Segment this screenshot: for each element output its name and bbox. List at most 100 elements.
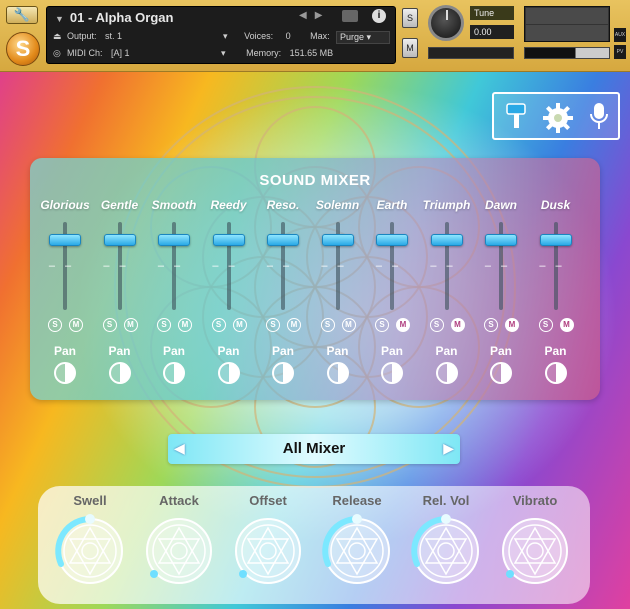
solo-button[interactable]: S xyxy=(538,318,553,332)
channel-name: Earth xyxy=(376,198,408,212)
dropdown-icon[interactable]: ▾ xyxy=(221,48,226,59)
mute-button[interactable]: M xyxy=(559,318,574,332)
pan-knob[interactable] xyxy=(435,362,458,384)
volume-fader[interactable] xyxy=(376,234,408,246)
solo-button[interactable]: S xyxy=(484,318,498,332)
microphone-icon[interactable] xyxy=(588,101,610,133)
volume-fader[interactable] xyxy=(321,234,354,246)
pan-knob[interactable] xyxy=(326,362,349,384)
volume-fader[interactable] xyxy=(212,234,245,246)
solo-button[interactable]: S xyxy=(211,318,226,332)
tune-label: Tune xyxy=(470,6,514,20)
mute-button[interactable]: M xyxy=(341,318,356,332)
pan-knob[interactable] xyxy=(54,362,76,384)
volume-fader[interactable] xyxy=(267,234,299,246)
dropdown-icon[interactable]: ▾ xyxy=(223,31,228,42)
camera-icon[interactable] xyxy=(342,10,358,22)
pv-button[interactable]: PV xyxy=(614,45,626,59)
midi-channel-select[interactable]: [A] 1 xyxy=(111,48,221,58)
next-arrow-icon[interactable]: ▶ xyxy=(443,440,454,457)
tune-value[interactable]: 0.00 xyxy=(470,25,514,39)
pan-knob[interactable] xyxy=(108,362,131,384)
envelope-knob[interactable]: Swell xyxy=(47,486,133,604)
mixer-channel: Reso. –– S M Pan xyxy=(256,196,310,396)
mute-button[interactable]: M xyxy=(287,318,301,332)
instrument-nav-arrows[interactable]: ◀▶ xyxy=(299,10,330,21)
volume-fader[interactable] xyxy=(158,234,190,246)
fader-ticks: –– xyxy=(484,260,518,272)
pan-knob[interactable] xyxy=(544,362,567,384)
mute-button[interactable]: M xyxy=(123,318,138,332)
aux-button[interactable]: AUX xyxy=(614,28,626,42)
solo-button[interactable]: S xyxy=(320,318,335,332)
mute-button[interactable]: M xyxy=(232,318,247,332)
mute-button[interactable]: M xyxy=(505,318,519,332)
knob-label: Rel. Vol xyxy=(422,493,470,508)
purge-menu[interactable]: Purge ▾ xyxy=(336,31,390,44)
solo-button[interactable]: S xyxy=(402,8,418,28)
mute-button[interactable]: M xyxy=(178,318,192,332)
channel-name: Reso. xyxy=(266,198,300,212)
channel-name: Solemn xyxy=(315,198,360,212)
brush-icon[interactable] xyxy=(504,102,530,132)
output-select[interactable]: st. 1 xyxy=(105,31,223,41)
volume-fader[interactable] xyxy=(485,234,517,246)
pan-label: Pan xyxy=(380,344,403,358)
solo-button[interactable]: S xyxy=(102,318,117,332)
instrument-background: SOUND MIXER Glorious –– S M Pan Gentle –– S M Pan… xyxy=(0,72,630,609)
pan-knob[interactable] xyxy=(163,362,185,384)
pan-knob[interactable] xyxy=(272,362,294,384)
pan-knob[interactable] xyxy=(381,362,403,384)
mixer-title: SOUND MIXER xyxy=(259,172,371,189)
sacred-geometry-knob-icon[interactable] xyxy=(320,514,394,588)
envelope-knob[interactable]: Offset xyxy=(225,486,311,604)
instrument-name[interactable]: ▼ 01 - Alpha Organ xyxy=(55,10,173,25)
channel-name: Reedy xyxy=(210,198,247,212)
tune-knob[interactable] xyxy=(428,5,464,41)
mute-button[interactable]: M xyxy=(450,318,465,332)
envelope-knob[interactable]: Rel. Vol xyxy=(403,486,489,604)
envelope-knob[interactable]: Release xyxy=(314,486,400,604)
sacred-geometry-knob-icon[interactable] xyxy=(498,514,572,588)
mute-button[interactable]: M xyxy=(69,318,83,332)
pan-label: Pan xyxy=(162,344,185,358)
sacred-geometry-knob-icon[interactable] xyxy=(142,514,216,588)
mixer-channel: Dusk –– S M Pan xyxy=(529,196,583,396)
level-meter xyxy=(524,6,610,42)
fader-ticks: –– xyxy=(321,260,354,272)
channel-name: Dawn xyxy=(484,198,517,212)
mute-button[interactable]: M xyxy=(402,38,418,58)
solo-button[interactable]: S xyxy=(48,318,62,332)
envelope-knob[interactable]: Attack xyxy=(136,486,222,604)
volume-slider[interactable] xyxy=(524,47,610,59)
volume-fader[interactable] xyxy=(430,234,463,246)
preset-name[interactable]: All Mixer xyxy=(198,440,430,457)
previous-arrow-icon[interactable]: ◀ xyxy=(174,440,185,457)
solo-button[interactable]: S xyxy=(157,318,171,332)
mixer-channel: Glorious –– S M Pan xyxy=(38,196,92,396)
sacred-geometry-knob-icon[interactable] xyxy=(53,514,127,588)
toolbar-icon-box xyxy=(492,92,620,140)
wrench-icon[interactable]: 🔧 xyxy=(6,6,38,24)
solo-button[interactable]: S xyxy=(375,318,389,332)
collapse-triangle-icon[interactable]: ▼ xyxy=(55,14,64,24)
kontakt-header: 🔧 S ▼ 01 - Alpha Organ ◀▶ i ⏏ Output: st. … xyxy=(0,0,630,72)
fader-ticks: –– xyxy=(157,260,191,272)
mute-button[interactable]: M xyxy=(396,318,410,332)
pan-knob[interactable] xyxy=(490,362,512,384)
sacred-geometry-knob-icon[interactable] xyxy=(409,514,483,588)
pan-slider[interactable] xyxy=(428,47,514,59)
pan-knob[interactable] xyxy=(217,362,240,384)
channel-name: Dusk xyxy=(540,198,571,212)
gear-icon[interactable] xyxy=(542,102,574,134)
volume-fader[interactable] xyxy=(49,234,81,246)
volume-fader[interactable] xyxy=(539,234,572,246)
sacred-geometry-knob-icon[interactable] xyxy=(231,514,305,588)
envelope-knob[interactable]: Vibrato xyxy=(492,486,578,604)
volume-fader[interactable] xyxy=(103,234,136,246)
instrument-info-panel: ▼ 01 - Alpha Organ ◀▶ i ⏏ Output: st. 1 ▾ V… xyxy=(46,6,396,64)
mixer-channel: Reedy –– S M Pan xyxy=(202,196,256,396)
info-icon[interactable]: i xyxy=(372,9,386,23)
solo-button[interactable]: S xyxy=(266,318,280,332)
solo-button[interactable]: S xyxy=(429,318,444,332)
